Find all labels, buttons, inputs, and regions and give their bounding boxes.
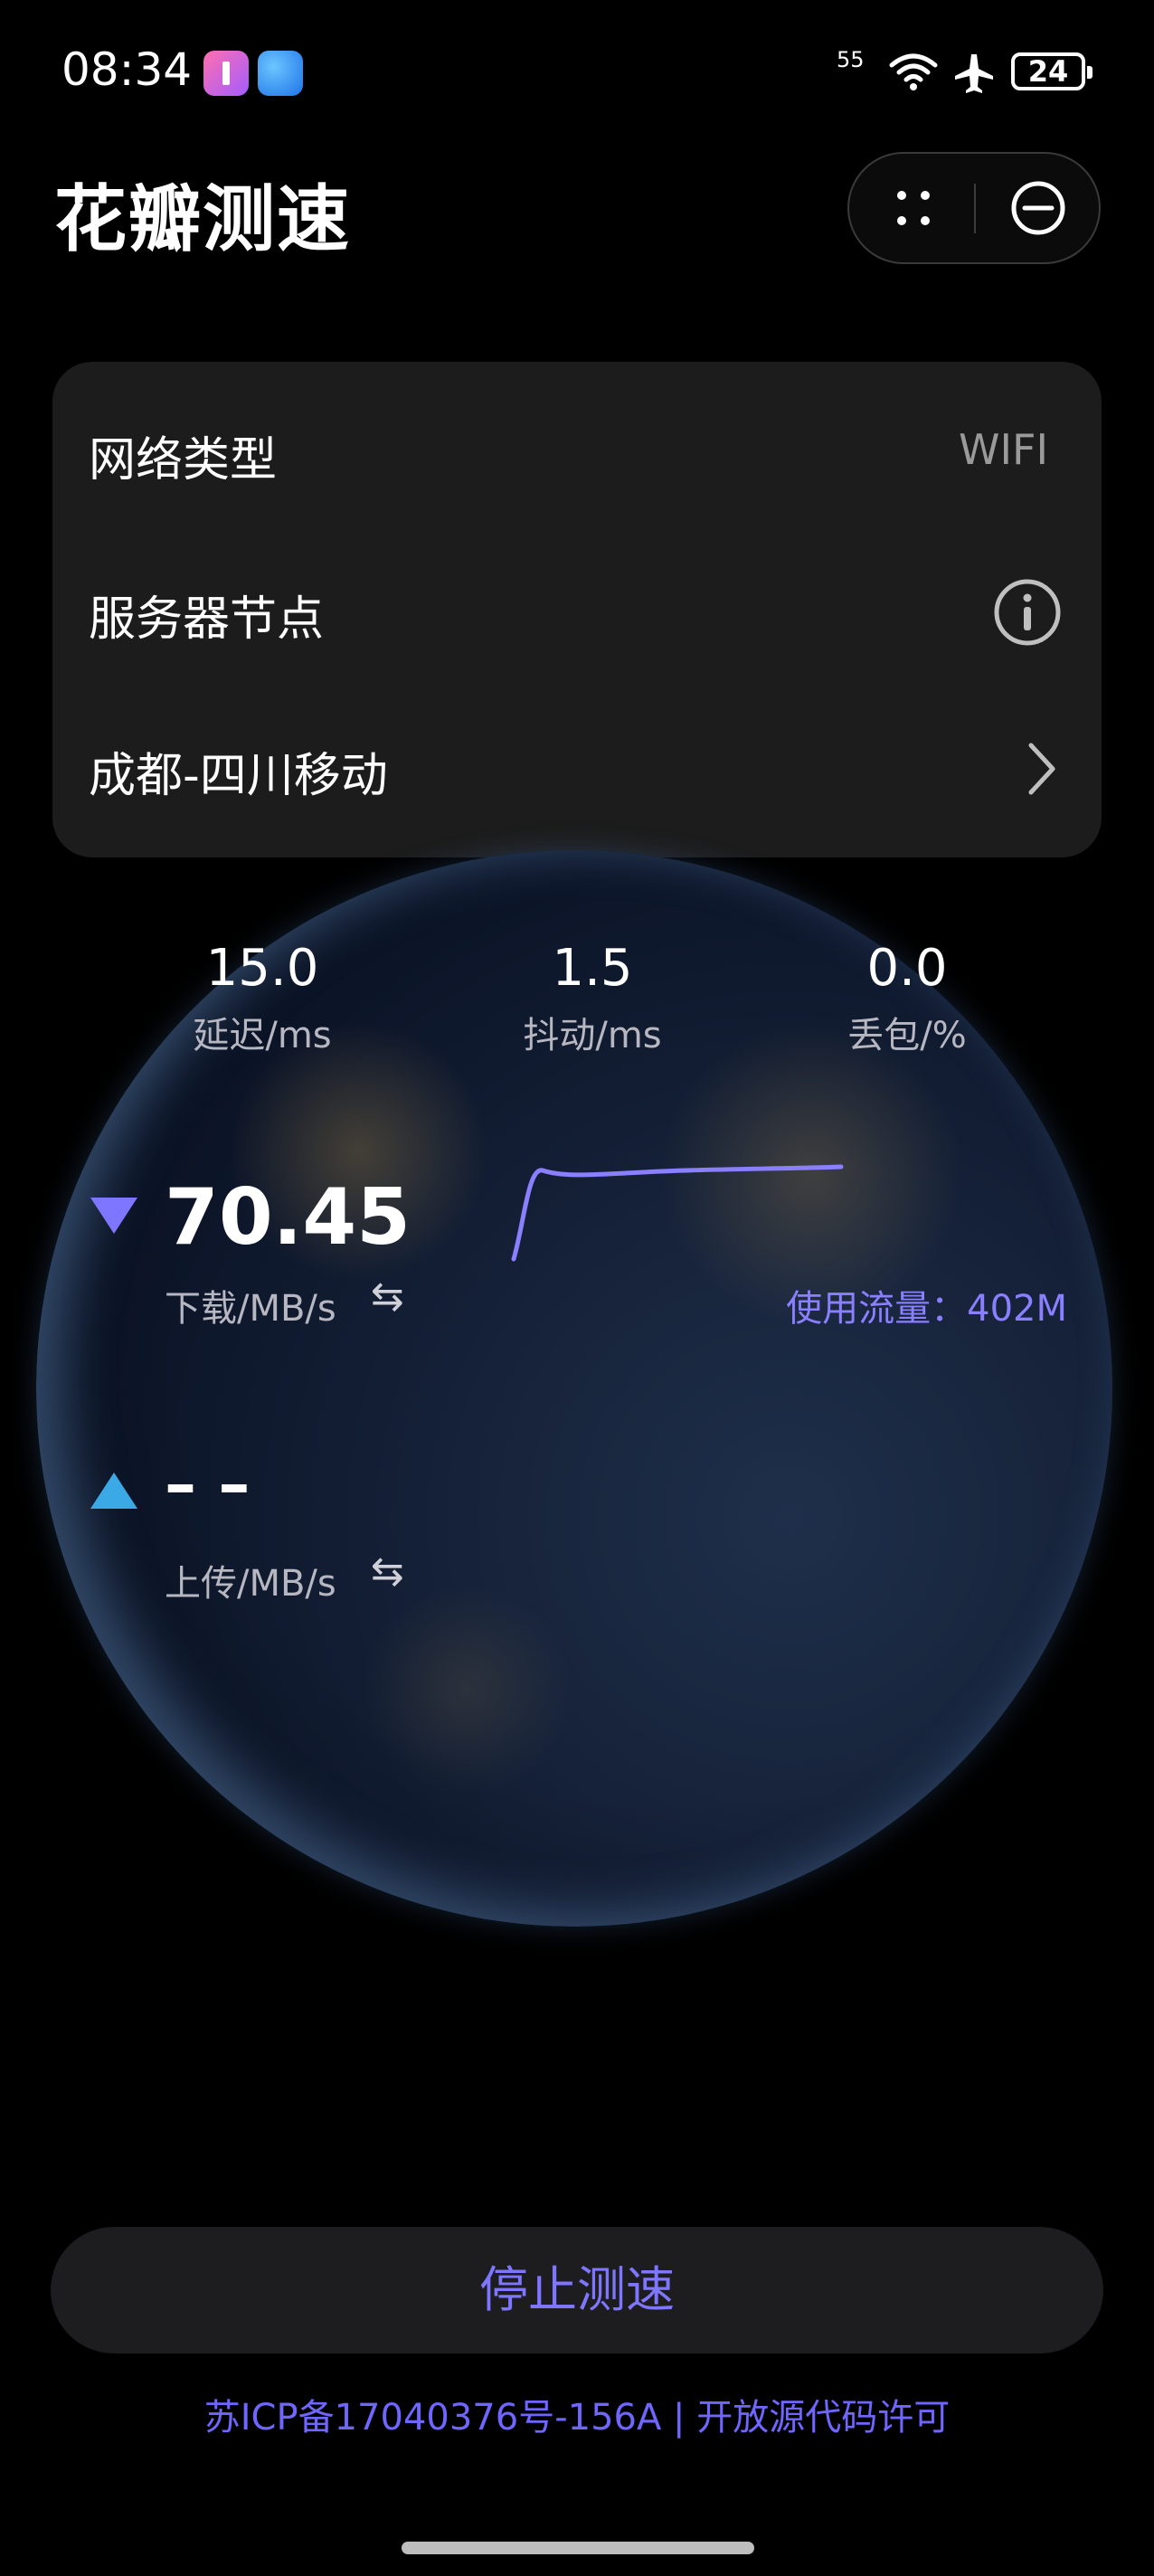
status-time: 08:34 [61, 43, 193, 96]
airplane-icon [955, 54, 993, 93]
upload-arrow-icon [90, 1473, 137, 1509]
browser-app-icon [258, 51, 303, 96]
server-node-label: 服务器节点 [89, 592, 325, 647]
network-type-value: WIFI [959, 425, 1049, 474]
upload-unit-swap-icon[interactable]: ⇆ [371, 1548, 404, 1595]
latency-value: 15.0 [205, 939, 319, 998]
page-title: 花瓣测速 [54, 177, 351, 261]
network-type-label: 网络类型 [89, 433, 278, 488]
capsule-divider [974, 184, 976, 233]
server-select-row[interactable]: 成都-四川移动 [89, 737, 1065, 810]
jitter-label: 抖动/ms [523, 1015, 662, 1056]
download-unit-swap-icon[interactable]: ⇆ [371, 1274, 404, 1320]
stop-test-button[interactable]: 停止测速 [51, 2227, 1103, 2353]
jitter-value: 1.5 [552, 939, 633, 998]
home-indicator[interactable] [402, 2542, 754, 2554]
wifi-6-icon [889, 53, 938, 90]
minus-circle-icon[interactable] [1007, 179, 1070, 237]
speed-line-chart [511, 1164, 844, 1262]
info-circle-icon[interactable] [991, 576, 1064, 649]
signal-label: 55 [837, 47, 865, 72]
download-speed-value: 70.45 [165, 1172, 411, 1263]
server-name: 成都-四川移动 [89, 749, 388, 803]
download-speed-label: 下载/MB/s [165, 1288, 336, 1330]
packet-loss-label: 丢包/% [847, 1015, 967, 1056]
footer-license-links[interactable]: 苏ICP备17040376号-156A | 开放源代码许可 [0, 2388, 1154, 2440]
packet-loss-value: 0.0 [866, 939, 948, 998]
chevron-right-icon [1028, 743, 1055, 795]
upload-speed-label: 上传/MB/s [165, 1563, 336, 1605]
data-usage-text: 使用流量：402M [786, 1288, 1067, 1330]
download-arrow-icon [90, 1198, 137, 1234]
app-notification-pink-icon [203, 51, 249, 96]
upload-speed-value: – – [165, 1447, 251, 1521]
battery-icon: 24 [1011, 52, 1093, 90]
dots-grid-icon[interactable] [882, 179, 945, 237]
latency-label: 延迟/ms [193, 1015, 332, 1056]
